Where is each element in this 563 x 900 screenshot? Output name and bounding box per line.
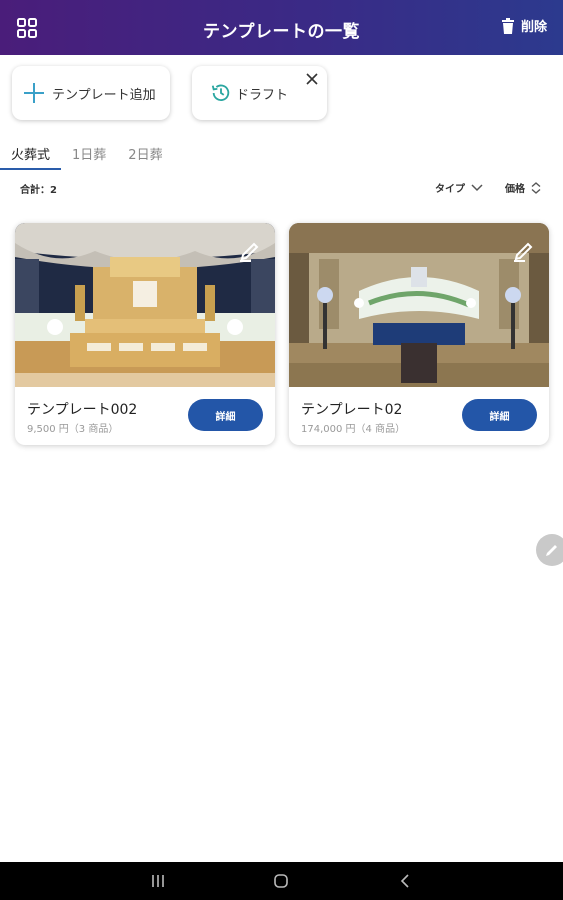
detail-button[interactable]: 詳細: [188, 399, 263, 431]
draft-label: ドラフト: [236, 87, 289, 103]
type-sort[interactable]: タイプ: [435, 180, 483, 195]
recent-apps-icon[interactable]: [150, 873, 166, 889]
type-sort-label: タイプ: [435, 184, 465, 195]
tab-cremation[interactable]: 火葬式: [0, 140, 62, 170]
price-sort-label: 価格: [505, 184, 525, 195]
home-icon[interactable]: [273, 873, 289, 889]
tab-one-day[interactable]: 1日葬: [61, 140, 117, 170]
close-icon[interactable]: [305, 72, 319, 86]
template-image: [15, 223, 275, 387]
page-title: テンプレートの一覧: [203, 22, 360, 42]
template-image: [289, 223, 549, 387]
template-card[interactable]: テンプレート02 174,000 円（4 商品） 詳細: [289, 223, 549, 445]
history-icon: [211, 84, 230, 102]
edit-pencil-icon[interactable]: [511, 237, 537, 263]
delete-label: 削除: [520, 20, 547, 35]
ceremony-tabs: 火葬式 1日葬 2日葬: [0, 140, 174, 170]
add-template-label: テンプレート追加: [52, 87, 156, 103]
template-name: テンプレート02: [301, 402, 403, 418]
plus-icon: [24, 83, 44, 103]
add-template-button[interactable]: テンプレート追加: [12, 66, 170, 120]
edit-pencil-icon[interactable]: [237, 237, 263, 263]
trash-icon: [501, 17, 514, 34]
template-name: テンプレート002: [27, 402, 138, 418]
tab-two-day[interactable]: 2日葬: [117, 140, 173, 170]
app-header: テンプレートの一覧 削除: [0, 0, 563, 55]
price-sort[interactable]: 価格: [505, 180, 541, 195]
floating-edit-button[interactable]: [536, 534, 563, 566]
detail-button[interactable]: 詳細: [462, 399, 537, 431]
pencil-icon: [546, 545, 557, 556]
system-navigation-bar: [0, 862, 563, 900]
template-card[interactable]: テンプレート002 9,500 円（3 商品） 詳細: [15, 223, 275, 445]
template-price: 9,500 円（3 商品）: [27, 424, 119, 435]
back-icon[interactable]: [397, 873, 413, 889]
total-count: 合計：2: [20, 185, 57, 196]
draft-button[interactable]: ドラフト: [192, 66, 327, 120]
delete-button[interactable]: 削除: [501, 16, 547, 35]
sort-updown-icon: [531, 181, 541, 194]
chevron-down-icon: [471, 183, 483, 191]
template-price: 174,000 円（4 商品）: [301, 424, 406, 435]
